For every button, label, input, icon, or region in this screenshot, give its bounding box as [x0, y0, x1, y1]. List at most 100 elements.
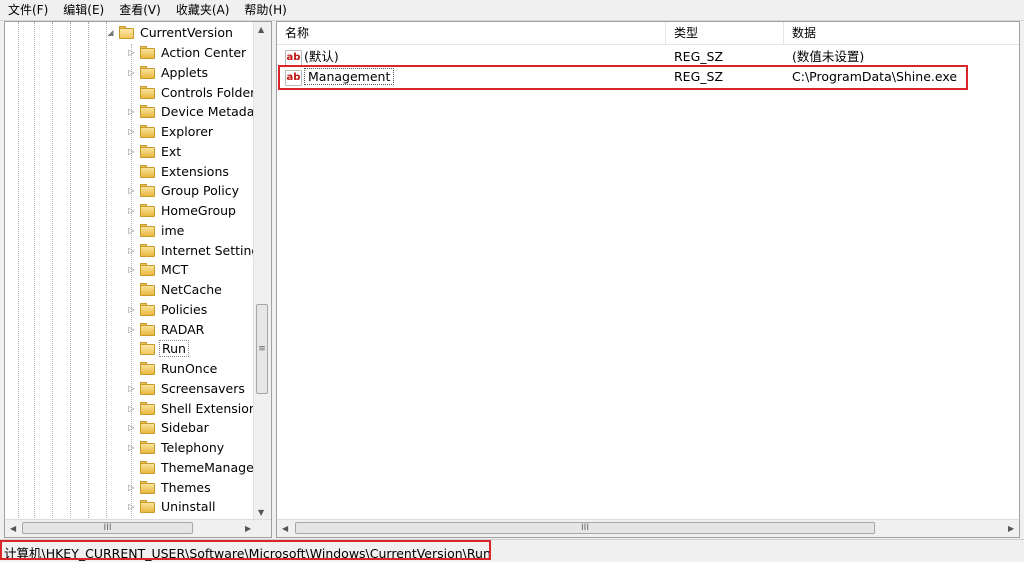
- scroll-down-arrow-icon[interactable]: ▼: [258, 508, 264, 517]
- triangle-right-icon[interactable]: ▷: [127, 186, 136, 195]
- tree-vertical-scrollbar[interactable]: ▲ ≡ ▼: [253, 22, 271, 520]
- tree-item[interactable]: ▷ Uninstall: [127, 497, 218, 516]
- triangle-right-icon[interactable]: ▷: [127, 265, 136, 274]
- tree-item[interactable]: ▷ RADAR: [127, 320, 206, 339]
- triangle-right-icon[interactable]: ▷: [127, 502, 136, 511]
- folder-icon: [140, 441, 156, 454]
- tree-item[interactable]: Extensions: [127, 162, 231, 181]
- value-row-default[interactable]: ab (默认) REG_SZ (数值未设置): [277, 47, 1019, 67]
- tree-item[interactable]: ▷ MCT: [127, 260, 190, 279]
- tree-item-label: Ext: [161, 144, 182, 159]
- tree-item-label: Policies: [161, 302, 208, 317]
- tree-item[interactable]: ▷ Ext: [127, 142, 183, 161]
- tree-item[interactable]: ▷ Internet Settings: [127, 241, 268, 260]
- tree-item[interactable]: ▷ Applets: [127, 63, 210, 82]
- folder-open-icon: [119, 26, 135, 39]
- folder-icon: [140, 461, 156, 474]
- tree-item[interactable]: Controls Folder (: [127, 83, 266, 102]
- tree-item[interactable]: RunOnce: [127, 359, 219, 378]
- scroll-right-arrow-icon[interactable]: ▶: [245, 524, 251, 533]
- scroll-left-arrow-icon[interactable]: ◀: [282, 524, 288, 533]
- scroll-right-arrow-icon[interactable]: ▶: [1008, 524, 1014, 533]
- triangle-right-icon[interactable]: ▷: [127, 325, 136, 334]
- folder-icon: [140, 323, 156, 336]
- folder-icon: [140, 481, 156, 494]
- tree-item-label: Controls Folder (: [161, 85, 265, 100]
- folder-icon: [140, 342, 156, 355]
- grip-icon: III: [581, 523, 589, 533]
- menu-favorites[interactable]: 收藏夹(A): [168, 0, 237, 20]
- tree-item-label: Run: [159, 340, 189, 357]
- tree-item[interactable]: ▷ Group Policy: [127, 181, 241, 200]
- folder-icon: [140, 46, 156, 59]
- triangle-right-icon[interactable]: ▷: [127, 147, 136, 156]
- tree-item-label: Extensions: [161, 164, 229, 179]
- value-name: (默认): [304, 49, 339, 64]
- tree-item-currentversion[interactable]: ◢ CurrentVersion: [106, 23, 235, 42]
- tree-item[interactable]: ▷ Device Metadata: [127, 102, 269, 121]
- triangle-right-icon[interactable]: ▷: [127, 246, 136, 255]
- menu-help[interactable]: 帮助(H): [236, 0, 293, 20]
- folder-icon: [140, 204, 156, 217]
- column-header-type[interactable]: 类型: [666, 22, 784, 44]
- list-hscroll-thumb[interactable]: III: [295, 522, 875, 534]
- column-header-data[interactable]: 数据: [784, 22, 1019, 44]
- tree-item-label: Action Center: [161, 45, 247, 60]
- triangle-right-icon[interactable]: ▷: [127, 68, 136, 77]
- triangle-right-icon[interactable]: ▷: [127, 107, 136, 116]
- triangle-right-icon[interactable]: ▷: [127, 305, 136, 314]
- menu-file[interactable]: 文件(F): [0, 0, 55, 20]
- folder-icon: [140, 402, 156, 415]
- triangle-right-icon[interactable]: ▷: [127, 127, 136, 136]
- triangle-right-icon[interactable]: ▷: [127, 404, 136, 413]
- tree-item[interactable]: ▷ Action Center: [127, 43, 248, 62]
- triangle-down-icon[interactable]: ◢: [106, 28, 115, 37]
- folder-icon: [140, 105, 156, 118]
- menu-view[interactable]: 查看(V): [111, 0, 168, 20]
- registry-tree[interactable]: ◢ CurrentVersion ▷ Action Center ▷ Applets C…: [4, 21, 272, 538]
- tree-item[interactable]: ▷ HomeGroup: [127, 201, 238, 220]
- triangle-right-icon[interactable]: ▷: [127, 206, 136, 215]
- tree-item-label: ime: [161, 223, 185, 238]
- menu-bar: 文件(F) 编辑(E) 查看(V) 收藏夹(A) 帮助(H): [0, 0, 1024, 21]
- folder-icon: [140, 362, 156, 375]
- tree-item[interactable]: NetCache: [127, 280, 224, 299]
- list-header: 名称 类型 数据: [277, 22, 1019, 45]
- scroll-up-arrow-icon[interactable]: ▲: [258, 25, 264, 34]
- value-data: (数值未设置): [792, 49, 865, 64]
- tree-item[interactable]: ▷ Explorer: [127, 122, 215, 141]
- triangle-right-icon[interactable]: ▷: [127, 423, 136, 432]
- tree-item[interactable]: ▷ Policies: [127, 300, 209, 319]
- tree-item[interactable]: ▷ Screensavers: [127, 379, 247, 398]
- folder-icon: [140, 66, 156, 79]
- list-horizontal-scrollbar[interactable]: ◀ III ▶: [277, 519, 1019, 537]
- menu-edit[interactable]: 编辑(E): [55, 0, 111, 20]
- tree-item[interactable]: Run: [127, 339, 189, 358]
- tree-item[interactable]: ▷ ime: [127, 221, 186, 240]
- tree-item-label: Shell Extensions: [161, 401, 264, 416]
- tree-horizontal-scrollbar[interactable]: ◀ III ▶: [5, 519, 271, 537]
- folder-icon: [140, 263, 156, 276]
- triangle-right-icon[interactable]: ▷: [127, 226, 136, 235]
- triangle-right-icon[interactable]: ▷: [127, 384, 136, 393]
- tree-item[interactable]: ▷ Telephony: [127, 438, 226, 457]
- tree-item-label: Group Policy: [161, 183, 239, 198]
- tree-item[interactable]: ▷ Sidebar: [127, 418, 211, 437]
- triangle-right-icon[interactable]: ▷: [127, 48, 136, 57]
- tree-item-label: Internet Settings: [161, 243, 266, 258]
- tree-vscroll-thumb[interactable]: ≡: [256, 304, 268, 394]
- tree-item[interactable]: ▷ Shell Extensions: [127, 399, 265, 418]
- scroll-left-arrow-icon[interactable]: ◀: [10, 524, 16, 533]
- tree-item[interactable]: ▷ Themes: [127, 478, 213, 497]
- tree-hscroll-thumb[interactable]: III: [22, 522, 193, 534]
- tree-item[interactable]: ThemeManager: [127, 458, 261, 477]
- triangle-right-icon[interactable]: ▷: [127, 483, 136, 492]
- tree-item-label: Screensavers: [161, 381, 245, 396]
- column-header-name[interactable]: 名称: [277, 22, 666, 44]
- values-list[interactable]: 名称 类型 数据 ab (默认) REG_SZ (数值未设置) ab Managem…: [276, 21, 1020, 538]
- triangle-right-icon[interactable]: ▷: [127, 443, 136, 452]
